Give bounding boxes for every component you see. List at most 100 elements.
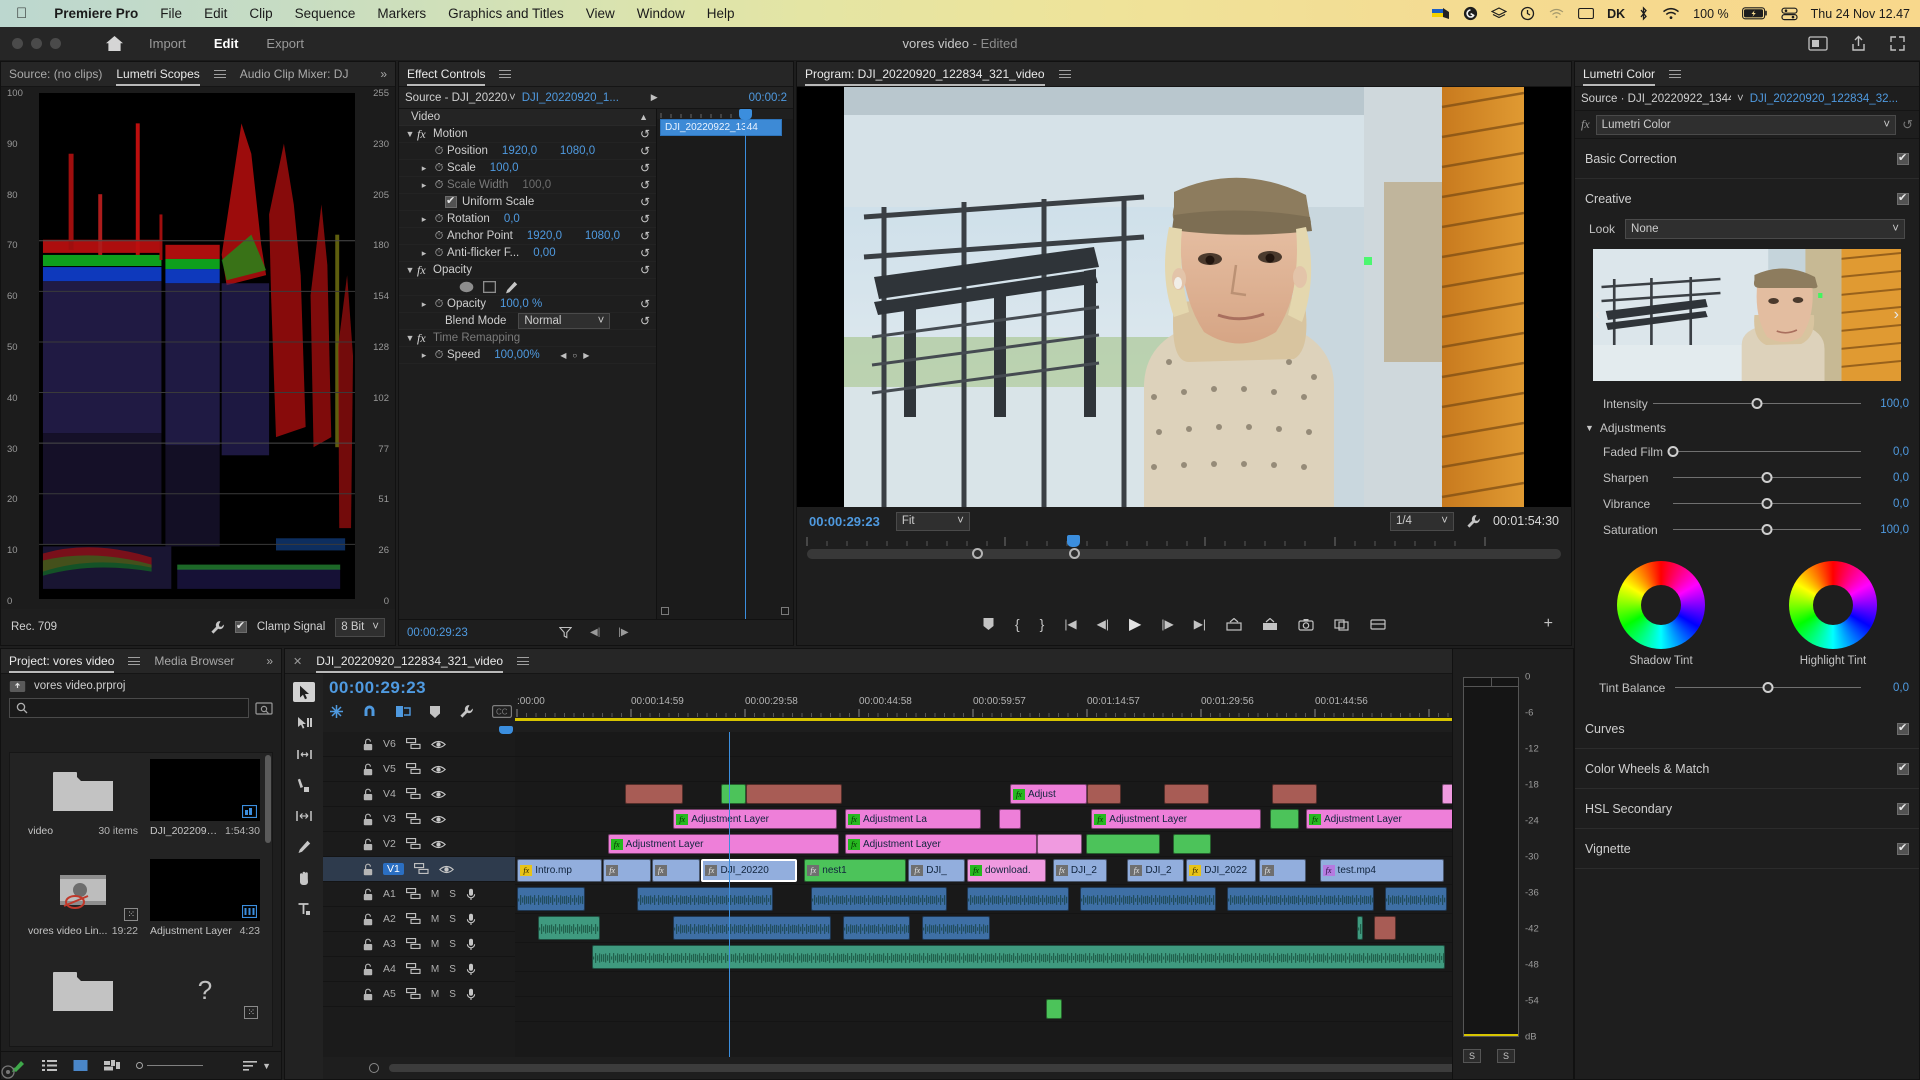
home-icon[interactable] [101, 35, 127, 52]
stopwatch-icon[interactable]: ⏱ [431, 145, 447, 158]
grammarly-icon[interactable] [1463, 6, 1478, 21]
basic-correction-checkbox[interactable] [1897, 151, 1909, 165]
add-marker-icon[interactable] [429, 705, 441, 719]
pen-tool[interactable] [293, 837, 315, 857]
tab-media-browser[interactable]: Media Browser [154, 654, 234, 668]
timeline-clip[interactable]: fx Intro.mp [517, 859, 602, 882]
panel-menu-icon[interactable] [1669, 68, 1682, 81]
mute-track-button[interactable]: M [431, 939, 439, 950]
effect-property-value[interactable]: 1920,0 [527, 230, 579, 242]
menu-graphics-and-titles[interactable]: Graphics and Titles [437, 6, 575, 21]
disclosure-triangle-icon[interactable]: ▸ [417, 299, 431, 310]
track-header-v1[interactable]: V1 [323, 857, 515, 882]
lumetri-section-checkbox[interactable] [1897, 841, 1909, 855]
timeline-clip[interactable]: fx DJI_20220 [701, 859, 798, 882]
tab-lumetri-scopes[interactable]: Lumetri Scopes [116, 67, 201, 86]
wrench-icon[interactable] [1466, 514, 1481, 529]
lock-icon[interactable] [363, 888, 373, 901]
solo-track-button[interactable]: S [449, 989, 456, 1000]
timeline-audio-clip[interactable] [591, 945, 1445, 969]
scrubber-handle-left[interactable] [972, 548, 983, 559]
export-frame-icon[interactable] [1298, 618, 1314, 631]
effect-property-row[interactable]: ▸ ⏱ Scale 100,0 ↺ [399, 160, 656, 177]
effect-property-value[interactable]: 0,00 [533, 247, 585, 259]
lock-icon[interactable] [363, 963, 373, 976]
extract-icon[interactable] [1262, 617, 1278, 631]
chevron-double-right-icon[interactable]: » [380, 67, 387, 81]
track-lane-a2[interactable] [515, 914, 1557, 943]
lumetri-effect-dropdown[interactable]: Lumetri Color ˅ [1595, 114, 1897, 135]
adjustment-slider[interactable] [1667, 445, 1861, 459]
menu-file[interactable]: File [149, 6, 193, 21]
timeline-clip[interactable]: fx [651, 859, 701, 882]
disclosure-triangle-icon[interactable]: ▸ [417, 248, 431, 259]
track-header-v4[interactable]: V4 [323, 782, 515, 807]
effect-property-row[interactable]: ⏱ Position 1920,0 1080,0 ↺ [399, 143, 656, 160]
tab-audio-clip-mixer[interactable]: Audio Clip Mixer: DJ [240, 67, 349, 81]
disclosure-triangle-icon[interactable]: ▸ [417, 180, 431, 191]
effect-property-value2[interactable]: 1080,0 [585, 230, 620, 242]
stopwatch-icon[interactable]: ⏱ [431, 162, 447, 175]
timeline-clip[interactable] [720, 784, 746, 804]
sync-lock-icon[interactable] [405, 938, 421, 950]
zoom-level-dropdown[interactable]: Fit ˅ [895, 511, 970, 531]
effect-property-value[interactable]: 1920,0 [502, 145, 554, 157]
stopwatch-icon[interactable]: ⏱ [431, 213, 447, 226]
clock-icon[interactable] [1520, 6, 1535, 21]
program-current-timecode[interactable]: 00:00:29:23 [809, 514, 880, 529]
mic-icon[interactable] [466, 938, 476, 951]
tab-edit[interactable]: Edit [214, 36, 239, 51]
tab-project[interactable]: Project: vores video [9, 654, 115, 673]
lumetri-section-creative[interactable]: Creative [1575, 179, 1919, 219]
highlight-tint-control[interactable]: Highlight Tint [1789, 561, 1877, 667]
freeform-view-icon[interactable] [104, 1059, 120, 1072]
prev-keyframe-icon[interactable]: ◀ [560, 351, 566, 360]
lock-icon[interactable] [363, 738, 373, 751]
eye-icon[interactable] [438, 864, 454, 875]
lock-icon[interactable] [363, 863, 373, 876]
sync-lock-icon[interactable] [405, 963, 421, 975]
track-lane-v5[interactable] [515, 757, 1557, 782]
adjustment-value[interactable]: 0,0 [1869, 472, 1909, 484]
project-item-dji-clip[interactable]: DJI_20220920... 1:54:30 [150, 759, 260, 837]
reset-icon[interactable]: ↺ [640, 195, 650, 209]
collapse-icon[interactable]: ▲ [639, 112, 648, 122]
tint-balance-slider[interactable] [1675, 681, 1861, 695]
lumetri-section-color-wheels-match[interactable]: Color Wheels & Match [1575, 749, 1919, 789]
ripple-edit-tool[interactable] [293, 744, 315, 764]
track-lane-a3[interactable] [515, 943, 1557, 972]
timeline-audio-clip[interactable] [537, 916, 600, 940]
timeline-clip[interactable] [998, 809, 1022, 829]
type-tool[interactable] [293, 899, 315, 919]
project-scrollbar[interactable] [265, 755, 271, 843]
reset-icon[interactable]: ↺ [640, 229, 650, 243]
timeline-clip[interactable]: fx [1258, 859, 1306, 882]
timeline-clip[interactable]: fx Adjustment Layer [1306, 809, 1476, 829]
timeline-audio-clip[interactable] [673, 916, 832, 940]
razor-tool[interactable] [293, 775, 315, 795]
lock-icon[interactable] [363, 913, 373, 926]
tint-balance-value[interactable]: 0,0 [1869, 682, 1909, 694]
menu-clip[interactable]: Clip [238, 6, 283, 21]
lumetri-section-basic-correction[interactable]: Basic Correction [1575, 139, 1919, 179]
intensity-slider[interactable] [1653, 397, 1861, 411]
step-back-icon[interactable]: ◀| [1097, 617, 1109, 631]
reset-icon[interactable]: ↺ [640, 212, 650, 226]
step-forward-icon[interactable]: |▶ [1161, 617, 1173, 631]
track-lane-v6[interactable] [515, 732, 1557, 757]
timeline-audio-clip[interactable] [811, 887, 947, 911]
tab-effect-controls[interactable]: Effect Controls [407, 67, 486, 86]
track-header-v2[interactable]: V2 [323, 832, 515, 857]
disclosure-triangle-icon[interactable]: ▼ [403, 333, 417, 343]
effect-property-row[interactable]: ▸ ⏱ Opacity 100,0 % ↺ [399, 296, 656, 313]
timeline-audio-clip[interactable] [967, 887, 1069, 911]
chevron-left-icon[interactable]: ‹ [1595, 306, 1600, 324]
panel-menu-icon[interactable] [128, 655, 141, 668]
eye-icon[interactable] [430, 839, 446, 850]
tab-import[interactable]: Import [149, 36, 186, 51]
solo-track-button[interactable]: S [449, 889, 456, 900]
effect-property-row[interactable]: ▼ fx Opacity ↺ [399, 262, 656, 279]
menu-app-name[interactable]: Premiere Pro [43, 6, 149, 21]
timeline-clip[interactable]: fx DJI_ [908, 859, 965, 882]
adjustment-value[interactable]: 100,0 [1869, 524, 1909, 536]
